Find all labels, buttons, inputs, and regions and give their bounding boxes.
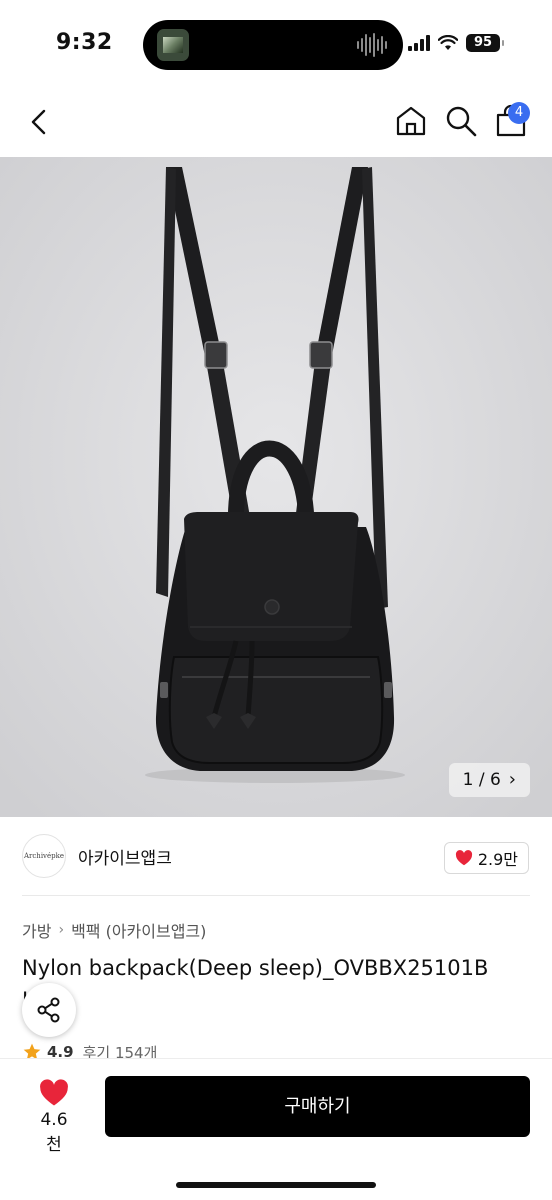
product-title: Nylon backpack(Deep sleep)_OVBBX25101B: [22, 956, 489, 980]
chevron-right-icon: ›: [508, 769, 516, 790]
brand-like-count: 2.9만: [477, 850, 518, 869]
breadcrumb-item-bags[interactable]: 가방: [22, 918, 51, 942]
dynamic-island: [143, 20, 403, 70]
brand-row[interactable]: Archivépke 아카이브앱크 2.9만: [0, 832, 552, 886]
status-time: 9:32: [56, 30, 113, 55]
wishlist-count: 4.6천: [40, 1110, 68, 1155]
chevron-right-icon: ›: [58, 922, 65, 938]
status-indicators: 95: [408, 34, 504, 52]
backpack-photo: [0, 157, 552, 817]
battery-indicator: 95: [466, 34, 504, 52]
image-counter-text: 1 / 6: [462, 770, 501, 790]
heart-icon: [455, 850, 472, 866]
status-bar: 9:32 95: [0, 0, 552, 90]
audio-waveform-icon: [357, 32, 389, 58]
heart-icon: [40, 1079, 68, 1106]
wifi-icon: [438, 35, 458, 50]
cart-count-badge: 4: [508, 102, 530, 124]
home-icon[interactable]: [394, 104, 428, 138]
brand-like-button[interactable]: 2.9만: [443, 842, 529, 874]
top-nav: [0, 92, 552, 154]
brand-logo[interactable]: Archivépke: [22, 834, 66, 878]
cellular-signal-icon: [408, 35, 430, 51]
product-image-gallery[interactable]: 1 / 6 ›: [0, 157, 552, 817]
brand-name[interactable]: 아카이브앱크: [78, 844, 172, 869]
share-button[interactable]: [22, 983, 76, 1037]
search-icon[interactable]: [444, 104, 478, 138]
breadcrumb: 가방 › 백팩 (아카이브앱크): [22, 918, 206, 942]
image-pager[interactable]: 1 / 6 ›: [448, 763, 530, 797]
breadcrumb-item-backpack[interactable]: 백팩 (아카이브앱크): [71, 918, 206, 942]
back-arrow-icon[interactable]: [24, 106, 56, 138]
section-divider: [22, 895, 530, 896]
now-playing-artwork: [157, 29, 189, 61]
home-indicator: [176, 1182, 376, 1188]
buy-button[interactable]: 구매하기: [105, 1076, 530, 1137]
share-icon: [37, 997, 60, 1023]
